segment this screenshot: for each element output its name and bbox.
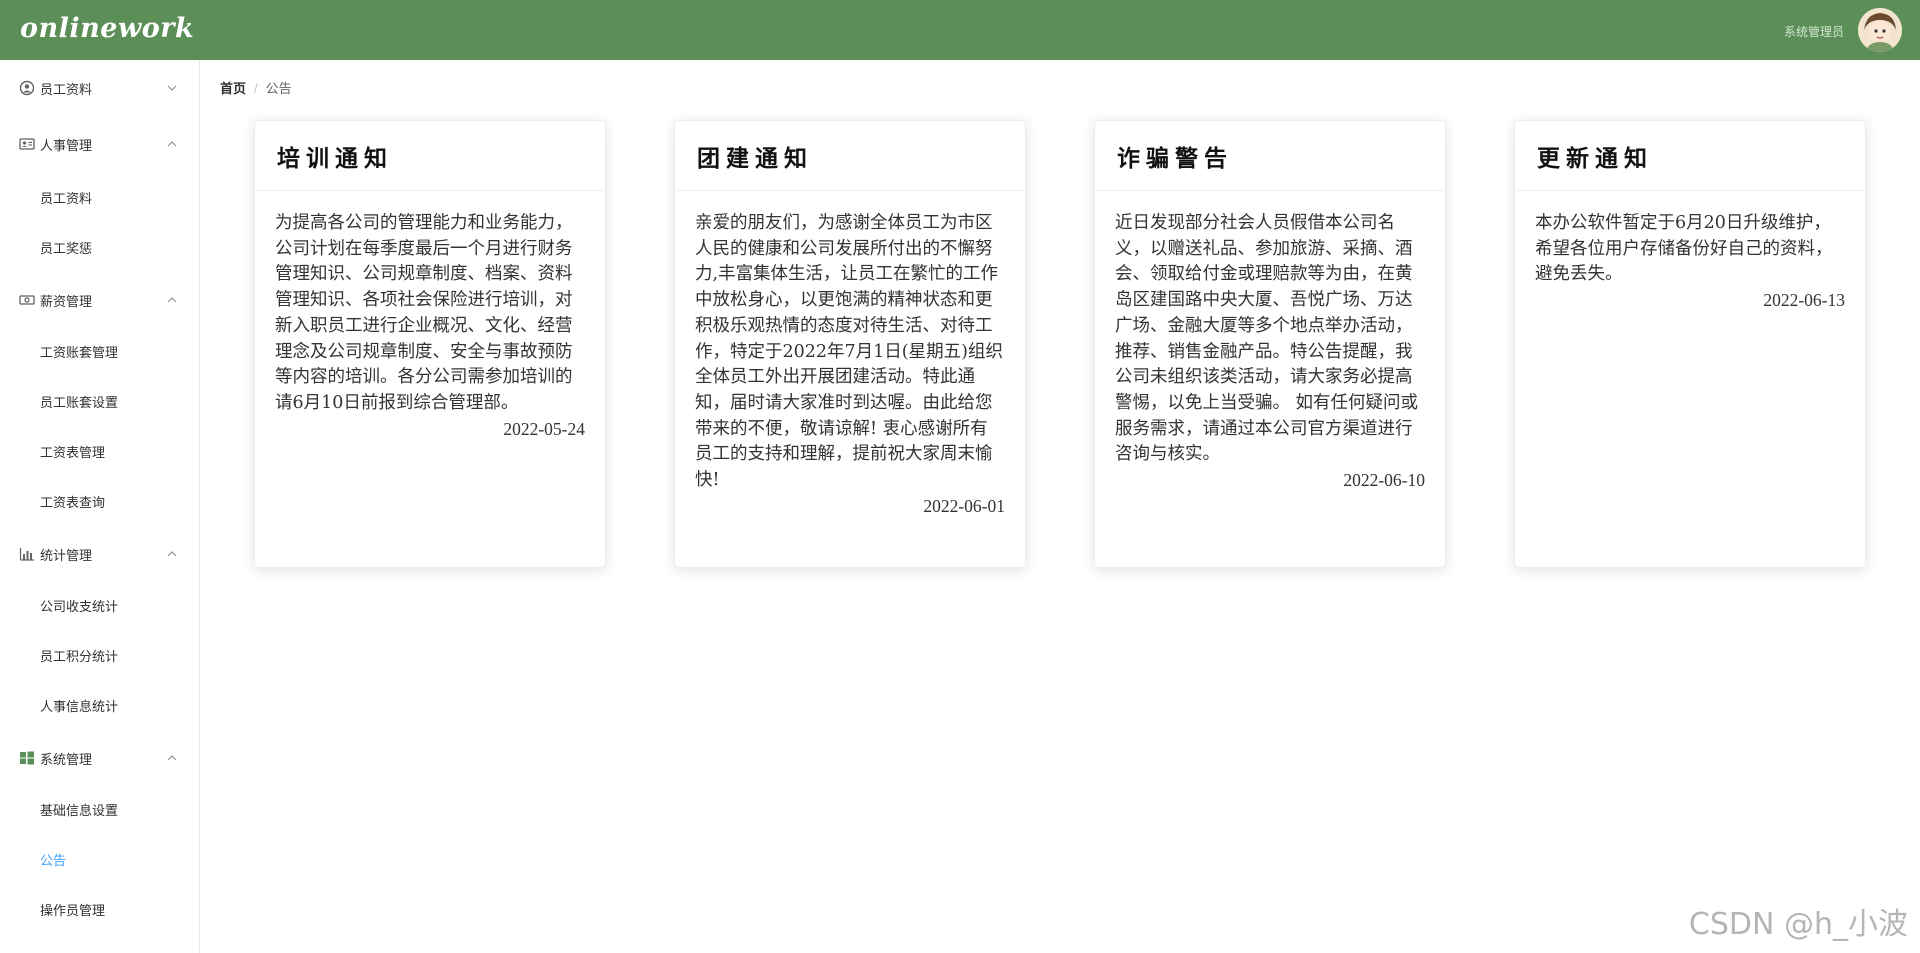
sidebar-item-salary-account-management[interactable]: 工资账套管理 xyxy=(0,332,199,368)
sidebar-group-statistics[interactable]: 统计管理 xyxy=(0,536,199,572)
breadcrumb: 首页 / 公告 xyxy=(220,78,292,97)
chevron-up-icon xyxy=(167,755,177,761)
breadcrumb-home-link[interactable]: 首页 xyxy=(220,81,246,96)
notice-content: 亲爱的朋友们，为感谢全体员工为市区人民的健康和公司发展所付出的不懈努力,丰富集体… xyxy=(695,213,1003,491)
notice-card-body: 本办公软件暂定于6月20日升级维护，希望各位用户存储备份好自己的资料，避免丢失。… xyxy=(1515,191,1865,311)
windows-icon xyxy=(20,751,34,765)
sidebar-item-payroll-query[interactable]: 工资表查询 xyxy=(0,482,199,518)
sidebar-group-label: 统计管理 xyxy=(40,548,93,563)
sidebar-group-hr[interactable]: 人事管理 xyxy=(0,126,199,162)
sidebar-item-label: 人事信息统计 xyxy=(40,699,119,714)
money-icon xyxy=(19,295,35,305)
app-logo[interactable]: onlinework xyxy=(20,13,194,44)
breadcrumb-separator: / xyxy=(254,81,258,96)
sidebar-group-employee-info[interactable]: 员工资料 xyxy=(0,70,199,106)
sidebar-menu: 员工资料 人事管理 员工资料 员工奖惩 薪资管理 工资账套管理 员工账套设置 工… xyxy=(0,60,200,953)
notice-date: 2022-06-01 xyxy=(923,495,1005,516)
sidebar-item-label: 操作员管理 xyxy=(40,903,106,918)
avatar-icon xyxy=(1858,8,1902,52)
chevron-down-icon xyxy=(167,85,177,91)
csdn-watermark: CSDN @h_小波 xyxy=(1688,907,1908,942)
notice-card-header: 更新通知 xyxy=(1515,121,1865,191)
sidebar-item-label: 员工积分统计 xyxy=(40,649,119,664)
notice-card-body: 亲爱的朋友们，为感谢全体员工为市区人民的健康和公司发展所付出的不懈努力,丰富集体… xyxy=(675,191,1025,517)
user-circle-icon xyxy=(19,80,35,96)
sidebar-item-operator-management[interactable]: 操作员管理 xyxy=(0,890,199,926)
sidebar-item-hr-info-stats[interactable]: 人事信息统计 xyxy=(0,686,199,722)
sidebar-item-employee-info[interactable]: 员工资料 xyxy=(0,178,199,214)
sidebar-item-label: 基础信息设置 xyxy=(40,803,119,818)
sidebar-item-label: 工资账套管理 xyxy=(40,345,119,360)
notice-card: 培训通知 为提高各公司的管理能力和业务能力，公司计划在每季度最后一个月进行财务管… xyxy=(254,120,606,568)
sidebar-item-label: 工资表管理 xyxy=(40,445,106,460)
notice-content: 本办公软件暂定于6月20日升级维护，希望各位用户存储备份好自己的资料，避免丢失。 xyxy=(1535,213,1833,285)
sidebar-item-label: 员工账套设置 xyxy=(40,395,119,410)
sidebar-item-label: 员工奖惩 xyxy=(40,241,93,256)
notice-title: 更新通知 xyxy=(1537,145,1653,172)
user-avatar[interactable] xyxy=(1858,8,1902,52)
notice-title: 诈骗警告 xyxy=(1117,145,1233,172)
chevron-up-icon xyxy=(167,551,177,557)
top-header-bar: onlinework 系统管理员 xyxy=(0,0,1920,60)
sidebar-group-system[interactable]: 系统管理 xyxy=(0,740,199,776)
sidebar-item-label: 公告 xyxy=(40,853,67,868)
notice-content: 近日发现部分社会人员假借本公司名义，以赠送礼品、参加旅游、采摘、酒会、领取给付金… xyxy=(1115,213,1419,465)
sidebar-item-announcements[interactable]: 公告 xyxy=(0,840,199,876)
notice-card-header: 团建通知 xyxy=(675,121,1025,191)
notice-title: 培训通知 xyxy=(277,145,393,172)
notice-card-body: 近日发现部分社会人员假借本公司名义，以赠送礼品、参加旅游、采摘、酒会、领取给付金… xyxy=(1095,191,1445,491)
notice-card: 更新通知 本办公软件暂定于6月20日升级维护，希望各位用户存储备份好自己的资料，… xyxy=(1514,120,1866,568)
sidebar-group-label: 员工资料 xyxy=(40,82,93,97)
chevron-up-icon xyxy=(167,297,177,303)
notice-card-body: 为提高各公司的管理能力和业务能力，公司计划在每季度最后一个月进行财务管理知识、公… xyxy=(255,191,605,440)
sidebar-item-label: 员工资料 xyxy=(40,191,93,206)
notice-title: 团建通知 xyxy=(697,145,813,172)
sidebar-item-company-finance-stats[interactable]: 公司收支统计 xyxy=(0,586,199,622)
sidebar-item-payroll-management[interactable]: 工资表管理 xyxy=(0,432,199,468)
notice-date: 2022-06-10 xyxy=(1343,470,1425,491)
chevron-up-icon xyxy=(167,141,177,147)
current-user-name[interactable]: 系统管理员 xyxy=(1784,23,1844,40)
sidebar-group-salary[interactable]: 薪资管理 xyxy=(0,282,199,318)
sidebar-item-employee-points-stats[interactable]: 员工积分统计 xyxy=(0,636,199,672)
sidebar-group-label: 薪资管理 xyxy=(40,294,93,309)
bar-chart-icon xyxy=(19,548,34,561)
notice-card-header: 培训通知 xyxy=(255,121,605,191)
id-card-icon xyxy=(19,138,35,150)
sidebar-item-employee-account-settings[interactable]: 员工账套设置 xyxy=(0,382,199,418)
notice-card-header: 诈骗警告 xyxy=(1095,121,1445,191)
notice-date: 2022-05-24 xyxy=(503,418,585,439)
sidebar-item-rewards-punishments[interactable]: 员工奖惩 xyxy=(0,228,199,264)
notice-card: 诈骗警告 近日发现部分社会人员假借本公司名义，以赠送礼品、参加旅游、采摘、酒会、… xyxy=(1094,120,1446,568)
notice-content: 为提高各公司的管理能力和业务能力，公司计划在每季度最后一个月进行财务管理知识、公… xyxy=(275,213,573,413)
sidebar-group-label: 系统管理 xyxy=(40,752,93,767)
sidebar-item-label: 公司收支统计 xyxy=(40,599,119,614)
notice-card: 团建通知 亲爱的朋友们，为感谢全体员工为市区人民的健康和公司发展所付出的不懈努力… xyxy=(674,120,1026,568)
sidebar-item-label: 工资表查询 xyxy=(40,495,106,510)
notice-date: 2022-06-13 xyxy=(1763,290,1845,311)
sidebar-group-label: 人事管理 xyxy=(40,138,93,153)
breadcrumb-current: 公告 xyxy=(265,81,292,96)
sidebar-item-basic-info-settings[interactable]: 基础信息设置 xyxy=(0,790,199,826)
